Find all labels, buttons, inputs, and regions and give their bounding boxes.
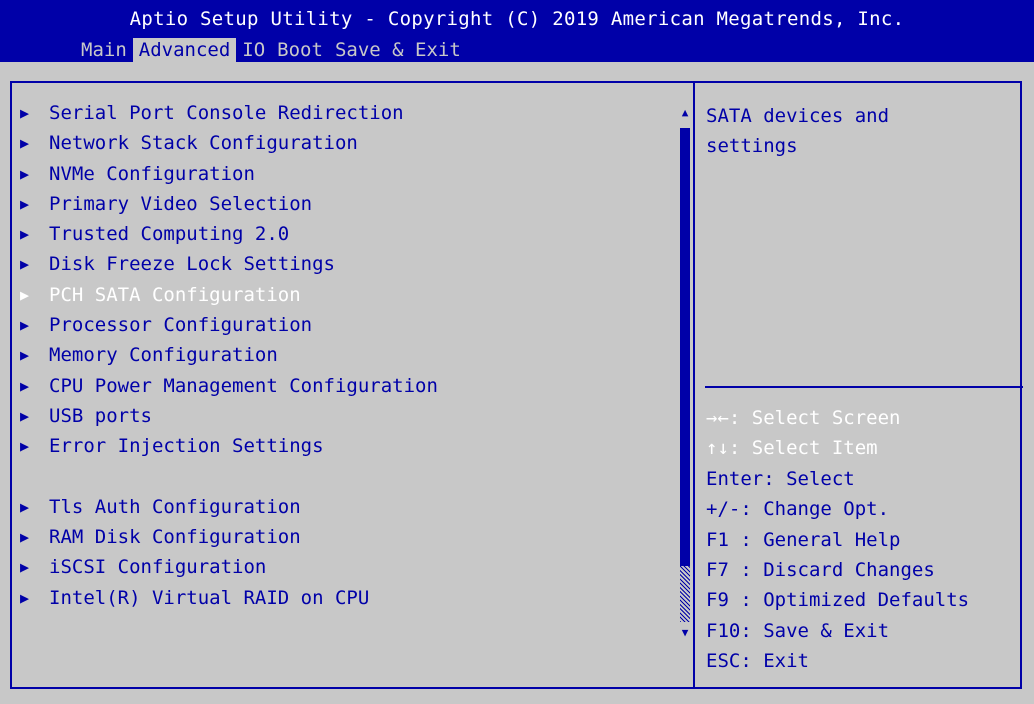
advanced-menu: ▶ Serial Port Console Redirection ▶ Networ… <box>20 98 670 613</box>
submenu-arrow-icon: ▶ <box>20 164 30 183</box>
submenu-arrow-icon: ▶ <box>20 406 30 425</box>
submenu-arrow-icon: ▶ <box>20 225 30 244</box>
scroll-track[interactable] <box>680 566 690 622</box>
key-hint-select-item: ↑↓: Select Item <box>706 437 878 460</box>
menu-spacer <box>20 462 670 492</box>
submenu-arrow-icon: ▶ <box>20 558 30 577</box>
menu-item-primary-video-selection[interactable]: ▶ Primary Video Selection <box>20 189 670 219</box>
menu-item-pch-sata-configuration[interactable]: ▶ PCH SATA Configuration <box>20 280 670 310</box>
scroll-down-arrow-icon[interactable]: ▼ <box>679 626 691 640</box>
scroll-up-arrow-icon[interactable]: ▲ <box>679 106 691 120</box>
menu-item-label: Tls Auth Configuration <box>49 495 301 518</box>
menu-item-nvme-configuration[interactable]: ▶ NVMe Configuration <box>20 159 670 189</box>
submenu-arrow-icon: ▶ <box>20 528 30 547</box>
menu-item-serial-port-console-redirection[interactable]: ▶ Serial Port Console Redirection <box>20 98 670 128</box>
key-hint-esc-exit: ESC: Exit <box>706 650 809 673</box>
menu-item-label: NVMe Configuration <box>49 162 255 185</box>
tab-main[interactable]: Main <box>75 38 133 62</box>
tab-io[interactable]: IO <box>236 38 271 62</box>
menu-item-label: Serial Port Console Redirection <box>49 102 404 124</box>
submenu-arrow-icon: ▶ <box>20 346 30 365</box>
submenu-arrow-icon: ▶ <box>20 285 30 304</box>
app-title: Aptio Setup Utility - Copyright (C) 2019… <box>129 8 905 30</box>
tab-advanced[interactable]: Advanced <box>132 38 237 62</box>
submenu-arrow-icon: ▶ <box>20 497 30 516</box>
key-hint-select-screen: →←: Select Screen <box>706 407 901 429</box>
scroll-thumb[interactable] <box>680 128 690 566</box>
submenu-arrow-icon: ▶ <box>20 255 30 274</box>
menu-item-label: iSCSI Configuration <box>49 556 267 579</box>
menu-item-label: Memory Configuration <box>49 344 278 367</box>
menu-item-error-injection-settings[interactable]: ▶ Error Injection Settings <box>20 431 670 461</box>
tab-boot[interactable]: Boot <box>271 38 329 62</box>
menu-item-usb-ports[interactable]: ▶ USB ports <box>20 401 670 431</box>
menu-item-cpu-power-management-configuration[interactable]: ▶ CPU Power Management Configuration <box>20 371 670 401</box>
menu-item-iscsi-configuration[interactable]: ▶ iSCSI Configuration <box>20 552 670 582</box>
submenu-arrow-icon: ▶ <box>20 194 30 213</box>
vertical-divider <box>693 81 695 689</box>
menu-item-intel-virtual-raid-on-cpu[interactable]: ▶ Intel(R) Virtual RAID on CPU <box>20 583 670 613</box>
menu-item-label: Network Stack Configuration <box>49 132 358 155</box>
menu-item-tls-auth-configuration[interactable]: ▶ Tls Auth Configuration <box>20 492 670 522</box>
menu-item-label: Error Injection Settings <box>49 435 324 458</box>
submenu-arrow-icon: ▶ <box>20 437 30 456</box>
menu-item-label: Intel(R) Virtual RAID on CPU <box>49 586 370 609</box>
submenu-arrow-icon: ▶ <box>20 134 30 153</box>
key-hint-discard-changes: F7 : Discard Changes <box>706 558 935 581</box>
menu-item-label: Processor Configuration <box>49 314 313 337</box>
key-hint-save-exit: F10: Save & Exit <box>706 619 890 642</box>
menu-item-label: Primary Video Selection <box>49 192 313 215</box>
key-hint-optimized-defaults: F9 : Optimized Defaults <box>706 589 970 612</box>
menu-item-label: RAM Disk Configuration <box>49 526 301 549</box>
tab-bar: Main Advanced IO Boot Save & Exit <box>75 38 467 62</box>
menu-item-label: Trusted Computing 2.0 <box>49 223 290 246</box>
menu-item-label: Disk Freeze Lock Settings <box>49 253 335 276</box>
key-hint-general-help: F1 : General Help <box>706 528 901 551</box>
menu-item-label: PCH SATA Configuration <box>49 283 301 306</box>
tab-save-exit[interactable]: Save & Exit <box>329 38 467 62</box>
menu-item-label: USB ports <box>49 404 152 427</box>
menu-item-memory-configuration[interactable]: ▶ Memory Configuration <box>20 340 670 370</box>
menu-item-network-stack-configuration[interactable]: ▶ Network Stack Configuration <box>20 128 670 158</box>
key-hint-change-opt: +/-: Change Opt. <box>706 498 890 521</box>
menu-item-ram-disk-configuration[interactable]: ▶ RAM Disk Configuration <box>20 522 670 552</box>
menu-scrollbar[interactable]: ▲ ▼ <box>679 106 691 640</box>
submenu-arrow-icon: ▶ <box>20 316 30 335</box>
title-bar: Aptio Setup Utility - Copyright (C) 2019… <box>0 0 1034 62</box>
key-hint-enter-select: Enter: Select <box>706 467 855 490</box>
help-text-line: settings <box>706 135 798 157</box>
help-divider <box>705 386 1023 388</box>
key-legend: →←: Select Screen ↑↓: Select Item Enter:… <box>706 403 1021 677</box>
menu-item-label: CPU Power Management Configuration <box>49 374 438 397</box>
submenu-arrow-icon: ▶ <box>20 104 30 122</box>
help-text-line: SATA devices and <box>706 105 890 127</box>
menu-item-disk-freeze-lock-settings[interactable]: ▶ Disk Freeze Lock Settings <box>20 249 670 279</box>
submenu-arrow-icon: ▶ <box>20 588 30 607</box>
menu-item-trusted-computing[interactable]: ▶ Trusted Computing 2.0 <box>20 219 670 249</box>
submenu-arrow-icon: ▶ <box>20 376 30 395</box>
menu-item-processor-configuration[interactable]: ▶ Processor Configuration <box>20 310 670 340</box>
item-help-text: SATA devices and settings <box>706 101 1016 161</box>
